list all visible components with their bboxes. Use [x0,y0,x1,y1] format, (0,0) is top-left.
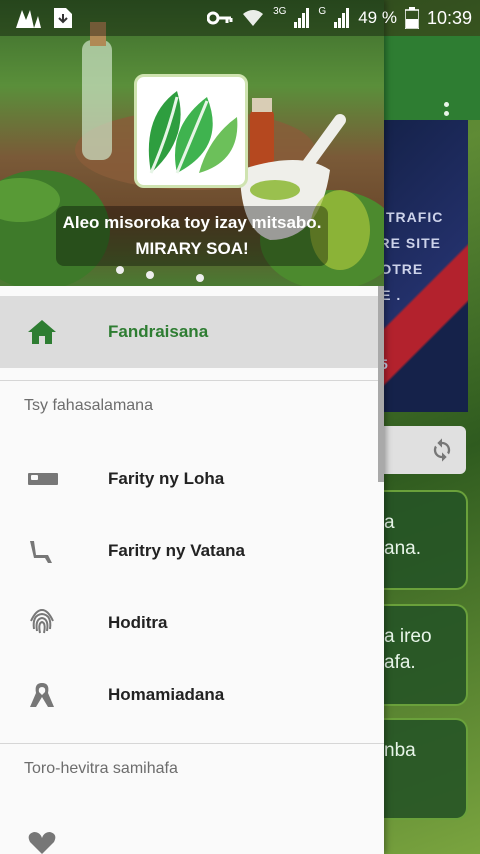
menu-item-fandraisana[interactable]: Fandraisana [0,296,384,368]
menu-item-label: Fandraisana [108,322,209,341]
section-header: Tsy fahasalamana [24,397,153,414]
battery-icon [404,7,419,29]
menu-item-faritry-ny-vatana[interactable]: Faritry ny Vatana [0,515,384,587]
ad-banner-text: U TRAFIC TRE SITE VOTRE CE . [370,209,444,303]
drawer-menu: Fandraisana Tsy fahasalamana Farity ny L… [0,296,384,854]
fingerprint-icon [30,609,54,634]
home-icon [28,320,56,344]
menu-item-partial[interactable] [0,806,384,854]
wifi-icon [243,10,264,26]
content-card[interactable]: nba [384,718,468,820]
seat-icon [30,541,52,563]
menu-item-label: Faritry ny Vatana [108,541,246,560]
menu-item-label: Homamiadana [108,685,225,704]
app-logo [134,74,248,188]
section-header: Toro-hevitra samihafa [24,760,178,777]
menu-item-homamiadana[interactable]: Homamiadana [0,659,384,731]
download-notification-icon [54,8,72,28]
navigation-drawer: Aleo misoroka toy izay mitsabo. MIRARY S… [0,0,384,854]
drawer-header: Aleo misoroka toy izay mitsabo. MIRARY S… [0,0,384,286]
network-type-3g: 3G [273,5,287,17]
menu-item-label: Hoditra [108,613,168,632]
content-card[interactable]: a ireo afa. [384,604,468,706]
battery-percent: 49 % [358,8,397,27]
leaf-logo-icon [148,91,238,174]
refresh-icon[interactable] [428,436,456,464]
header-title: Aleo misoroka toy izay mitsabo. MIRARY S… [56,206,328,266]
status-bar: 3G G 49 % 10:39 [0,0,480,36]
signal-strength-icon-2 [334,8,350,28]
signal-strength-icon [294,8,310,28]
menu-item-farity-ny-loha[interactable]: Farity ny Loha [0,443,384,515]
app-notification-icon [16,10,41,28]
menu-item-hoditra[interactable]: Hoditra [0,587,384,659]
vpn-key-icon [207,11,233,25]
ribbon-icon [30,683,54,707]
content-card[interactable]: a ana. [384,490,468,590]
drawer-scrollbar[interactable] [378,286,384,482]
clock-time: 10:39 [426,7,472,28]
bed-icon [28,473,58,485]
heart-icon [28,832,56,854]
menu-item-label: Farity ny Loha [108,469,225,488]
network-type-g: G [318,5,327,17]
